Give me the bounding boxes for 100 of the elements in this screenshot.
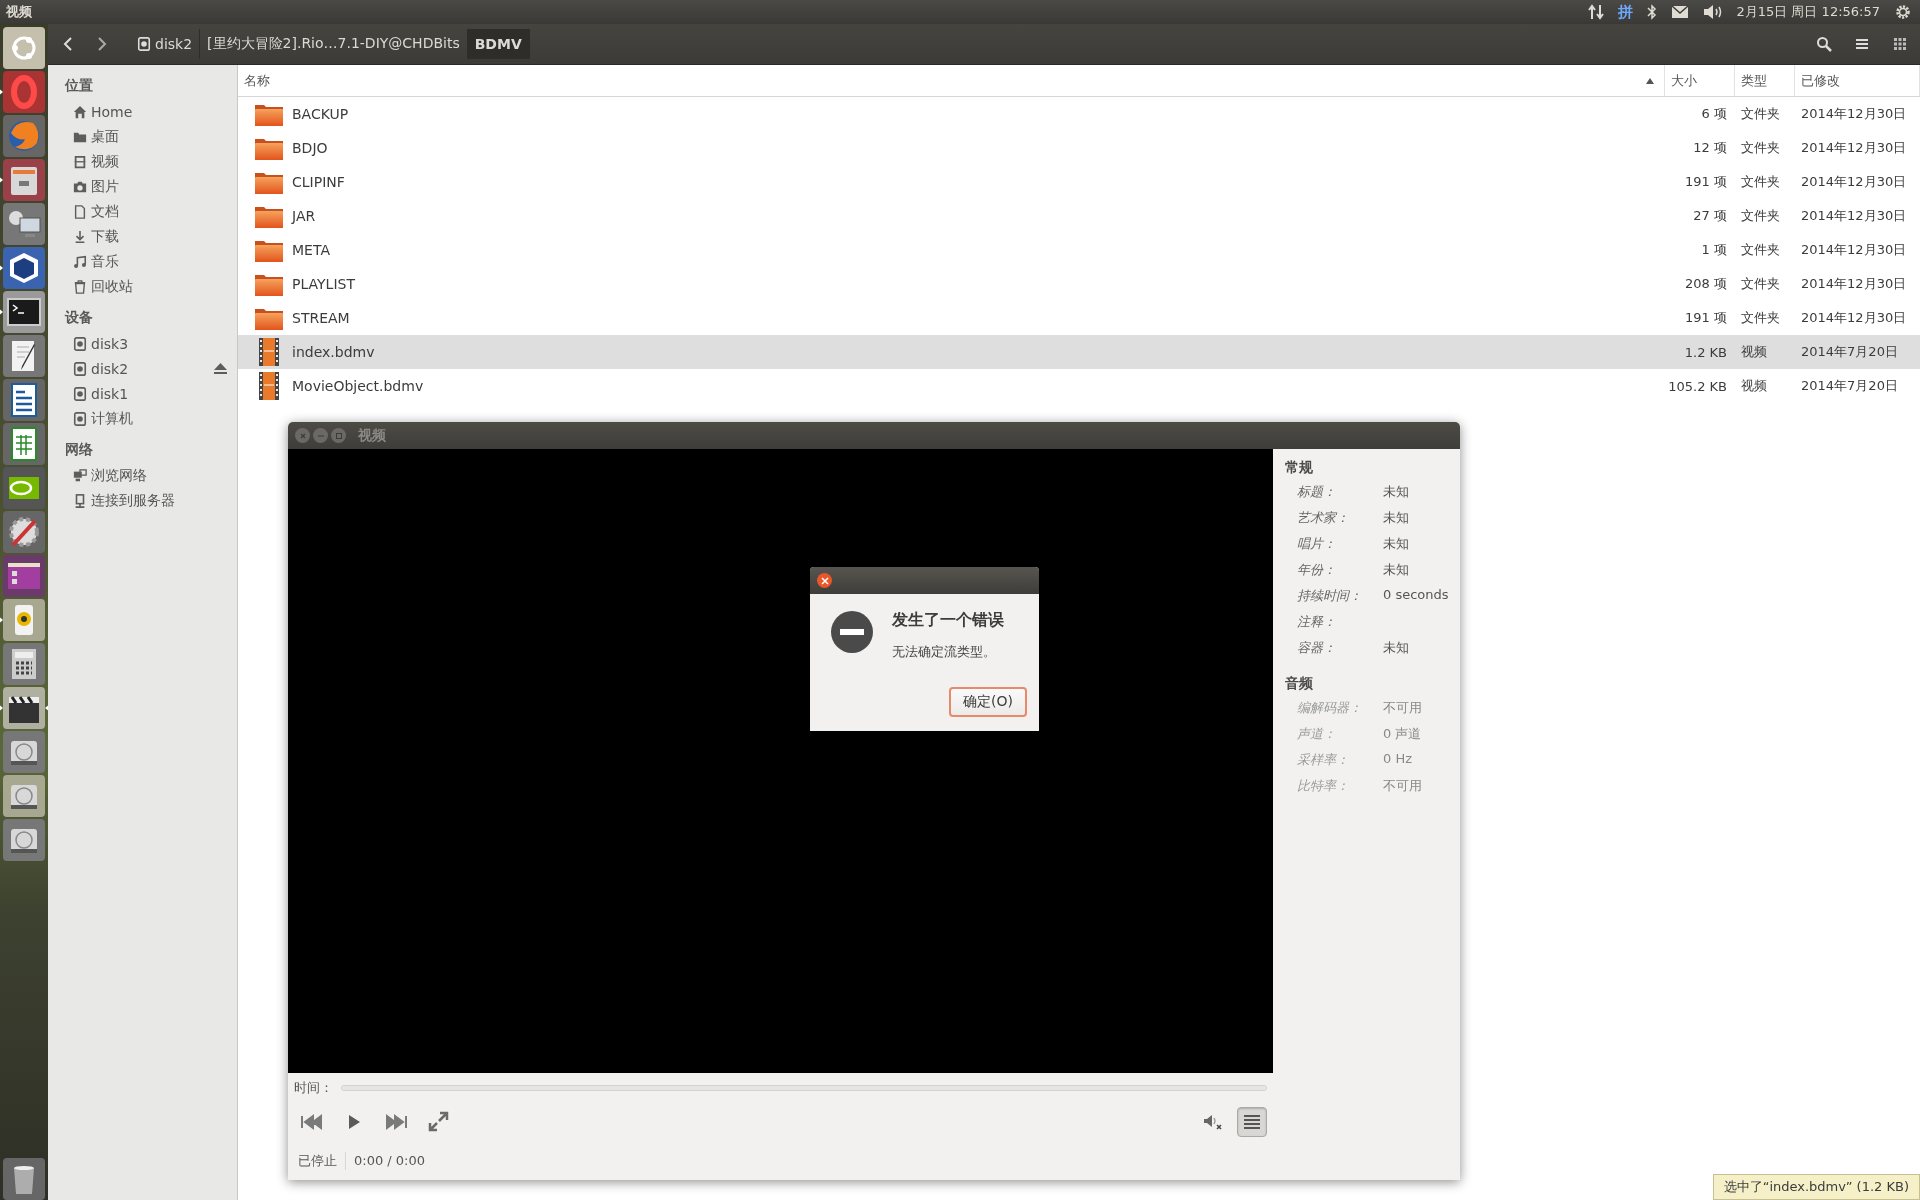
logo-icon[interactable]	[3, 26, 45, 69]
table-cell: 文件夹	[1741, 139, 1780, 157]
grid-icon	[1894, 38, 1906, 50]
time-display: 0:00 / 0:00	[353, 1153, 426, 1169]
sidebar-item[interactable]: 音乐	[91, 252, 119, 271]
volume-icon[interactable]	[1702, 4, 1723, 20]
close-icon	[820, 576, 829, 585]
close-button[interactable]	[817, 573, 832, 588]
sidebar-item[interactable]: 连接到服务器	[91, 491, 175, 510]
table-cell: 2014年12月30日	[1801, 275, 1907, 293]
path-button[interactable]: disk2	[130, 29, 201, 59]
table-cell: 文件夹	[1741, 173, 1780, 191]
file-row[interactable]: PLAYLIST 208 项 文件夹 2014年12月30日	[238, 267, 1920, 301]
music-icon	[73, 254, 87, 269]
ok-button[interactable]: 确定(O)	[949, 687, 1027, 717]
property-label: 声道：	[1297, 725, 1337, 743]
sidebar-item[interactable]: 下载	[91, 227, 119, 246]
network-icon	[73, 468, 87, 483]
hard-drive-icon[interactable]	[3, 730, 45, 773]
file-row[interactable]: BACKUP 6 项 文件夹 2014年12月30日	[238, 97, 1920, 131]
speaker-icon[interactable]	[3, 598, 45, 641]
download-icon	[73, 229, 87, 244]
monitor-icon[interactable]	[3, 202, 45, 245]
sidebar-item[interactable]: disk3	[91, 335, 129, 352]
clock[interactable]: 2月15日 周日 12:56:57	[1736, 3, 1880, 21]
settings-icon[interactable]	[1894, 3, 1912, 21]
sidebar-item[interactable]: Home	[91, 103, 133, 120]
cube-icon[interactable]	[3, 246, 45, 289]
spreadsheet-icon[interactable]	[3, 422, 45, 465]
playback-status: 已停止	[298, 1151, 346, 1170]
column-header[interactable]: 名称	[238, 65, 1665, 96]
table-cell: 1 项	[1701, 241, 1727, 259]
camera-icon	[73, 179, 87, 194]
property-label: 比特率：	[1297, 777, 1350, 795]
column-header[interactable]: 类型	[1735, 65, 1795, 96]
file-row[interactable]: MovieObject.bdmv 105.2 KB 视频 2014年7月20日	[238, 369, 1920, 403]
table-cell: 2014年12月30日	[1801, 139, 1907, 157]
error-message: 无法确定流类型。	[892, 643, 997, 661]
sidebar-item[interactable]: 视频	[91, 152, 119, 171]
file-row[interactable]: BDJO 12 项 文件夹 2014年12月30日	[238, 131, 1920, 165]
pencil-document-icon[interactable]	[3, 334, 45, 377]
wrench-icon[interactable]	[3, 510, 45, 553]
server-icon	[73, 493, 87, 508]
eye-logo-icon[interactable]	[3, 466, 45, 509]
network-transfer-icon[interactable]	[1587, 4, 1604, 20]
forward-icon	[97, 37, 107, 51]
sidebar-item[interactable]: 桌面	[91, 127, 119, 146]
calculator-icon[interactable]	[3, 642, 45, 685]
file-row[interactable]: STREAM 191 项 文件夹 2014年12月30日	[238, 301, 1920, 335]
muted-speaker-icon	[1203, 1112, 1223, 1131]
menu-icon	[1855, 38, 1869, 50]
eject-icon[interactable]	[214, 363, 227, 374]
document-icon[interactable]	[3, 378, 45, 421]
error-icon	[830, 610, 874, 654]
column-header[interactable]: 已修改	[1795, 65, 1920, 96]
terminal-icon[interactable]	[3, 290, 45, 333]
table-cell: 2014年7月20日	[1801, 377, 1898, 395]
path-button[interactable]: BDMV	[467, 29, 530, 59]
sidebar-item[interactable]: 回收站	[91, 277, 133, 296]
table-cell: 2014年12月30日	[1801, 105, 1907, 123]
sidebar-item[interactable]: disk2	[91, 360, 129, 377]
table-cell: META	[292, 242, 330, 258]
drawer-icon[interactable]	[3, 158, 45, 201]
sidebar-item[interactable]: 计算机	[91, 409, 133, 428]
property-value: 未知	[1383, 535, 1410, 553]
file-row[interactable]: CLIPINF 191 项 文件夹 2014年12月30日	[238, 165, 1920, 199]
table-cell: BACKUP	[292, 106, 349, 122]
hard-drive-icon[interactable]	[3, 818, 45, 861]
table-cell: 文件夹	[1741, 241, 1780, 259]
table-cell: 2014年12月30日	[1801, 207, 1907, 225]
file-row[interactable]: index.bdmv 1.2 KB 视频 2014年7月20日	[238, 335, 1920, 369]
sidebar-item[interactable]: 浏览网络	[91, 466, 147, 485]
mail-icon[interactable]	[1670, 5, 1689, 19]
clapperboard-icon[interactable]	[3, 686, 45, 729]
sidebar-item[interactable]: 文档	[91, 202, 119, 221]
hard-drive-icon[interactable]	[3, 774, 45, 817]
previous-icon	[301, 1113, 323, 1130]
file-row[interactable]: JAR 27 项 文件夹 2014年12月30日	[238, 199, 1920, 233]
property-value: 0 Hz	[1383, 751, 1413, 768]
path-button[interactable]: [里约大冒险2].Rio…7.1-DIY@CHDBits	[200, 29, 468, 59]
sidebar-toggle-button[interactable]	[1237, 1106, 1267, 1137]
sidebar-item[interactable]: disk1	[91, 385, 129, 402]
file-row[interactable]: META 1 项 文件夹 2014年12月30日	[238, 233, 1920, 267]
bluetooth-icon[interactable]	[1646, 4, 1657, 20]
globe-icon[interactable]	[3, 114, 45, 157]
status-tooltip: 选中了“index.bdmv” (1.2 KB)	[1712, 1174, 1920, 1200]
home-icon	[73, 104, 87, 119]
column-header[interactable]: 大小	[1665, 65, 1735, 96]
property-label: 唱片：	[1297, 535, 1337, 553]
sidebar-item[interactable]: 图片	[91, 177, 119, 196]
table-cell: CLIPINF	[292, 174, 345, 190]
table-cell: 文件夹	[1741, 105, 1780, 123]
table-cell: 191 项	[1685, 173, 1727, 191]
trash-icon[interactable]	[3, 1157, 45, 1200]
input-method-indicator[interactable]: 拼	[1617, 2, 1633, 22]
property-value: 未知	[1383, 639, 1410, 657]
seek-slider[interactable]	[341, 1084, 1267, 1091]
table-cell: BDJO	[292, 140, 328, 156]
window-icon[interactable]	[3, 554, 45, 597]
property-label: 编解码器：	[1297, 699, 1363, 717]
